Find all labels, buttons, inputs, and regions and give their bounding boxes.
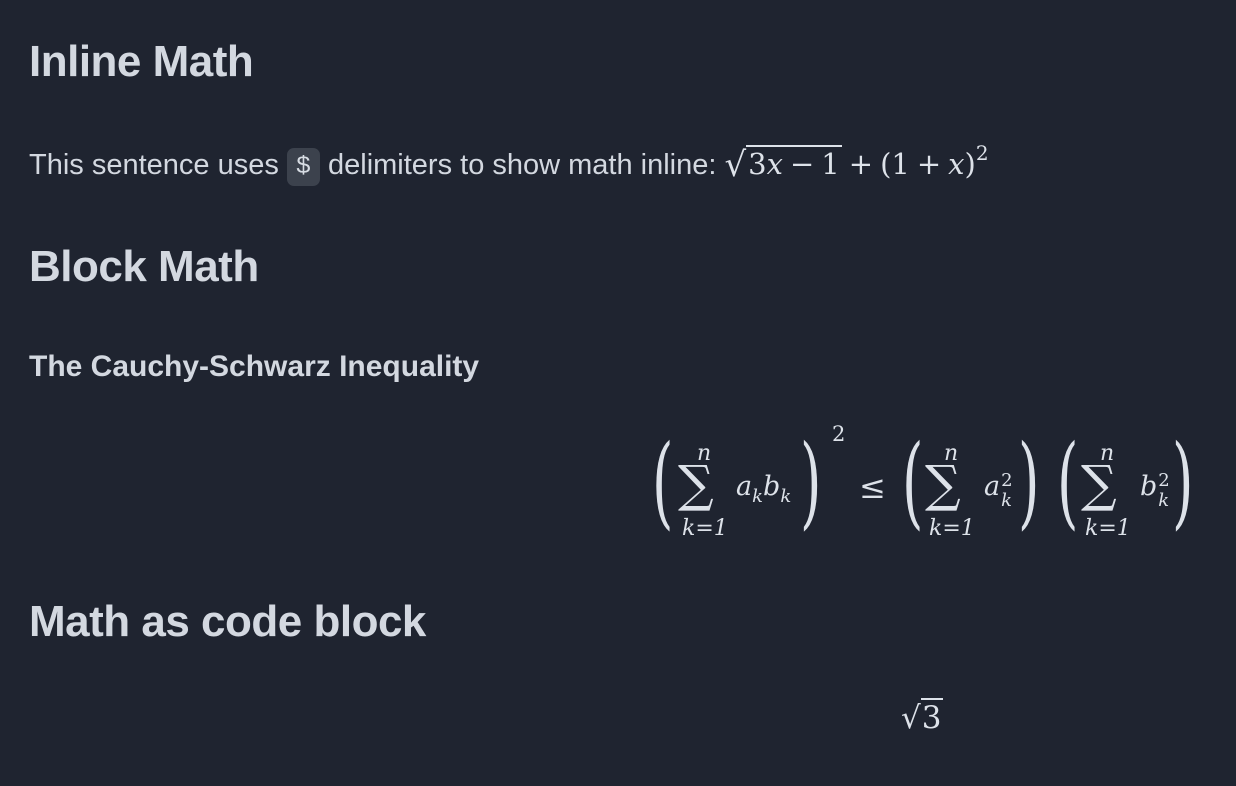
term-a-sub-k: k bbox=[1001, 490, 1013, 511]
paren-variable: x bbox=[948, 147, 965, 181]
inline-code-dollar: $ bbox=[286, 148, 320, 186]
code-block-math: √3 bbox=[901, 698, 943, 736]
term-b-sub: k bbox=[780, 486, 792, 507]
paren-one: 1 bbox=[891, 147, 910, 181]
term-a-sub: k bbox=[752, 486, 764, 507]
radicand-number: 3 bbox=[748, 147, 767, 181]
radicand-one: 1 bbox=[821, 147, 840, 181]
term-a-supsub: 2k bbox=[1000, 470, 1016, 511]
inline-sqrt: √3x −1 bbox=[725, 140, 842, 189]
sum1-term: akbk bbox=[736, 471, 791, 506]
radical-sign: √ bbox=[724, 145, 747, 185]
minus-operator: − bbox=[789, 147, 815, 181]
sentence-text-after: delimiters to show math inline: bbox=[319, 149, 725, 181]
sum1-sigma: ∑ bbox=[678, 455, 714, 513]
term-a: a bbox=[736, 471, 753, 502]
left-paren-2: ( bbox=[902, 423, 924, 540]
plus-operator: + bbox=[848, 147, 874, 181]
code-radicand: 3 bbox=[920, 698, 943, 736]
term-b-squared: b bbox=[1140, 471, 1158, 502]
open-paren: ( bbox=[880, 147, 892, 181]
sum2-sigma: ∑ bbox=[925, 455, 961, 513]
leq-operator: ≤ bbox=[859, 468, 886, 506]
sum3-term: b2k bbox=[1140, 470, 1173, 511]
term-b: b bbox=[763, 471, 781, 502]
sum2-term: a2k bbox=[984, 470, 1016, 511]
markdown-preview: Inline Math This sentence uses $ delimit… bbox=[0, 0, 1236, 786]
cauchy-schwarz-equation: ( n ∑ k=1 akbk ) 2 ≤ ( n ∑ k=1 a2k ) ( n… bbox=[652, 420, 1212, 555]
close-paren: ) bbox=[964, 147, 976, 181]
heading-math-code-block: Math as code block bbox=[29, 597, 426, 646]
left-paren-1: ( bbox=[652, 423, 674, 540]
inline-math-sentence: This sentence uses $ delimiters to show … bbox=[29, 140, 989, 189]
code-radical-sign: √ bbox=[901, 700, 921, 736]
radicand-variable: x bbox=[766, 147, 783, 181]
inline-radicand: 3x −1 bbox=[746, 145, 842, 181]
right-paren-2: ) bbox=[1018, 423, 1040, 540]
plus-operator-2: + bbox=[916, 147, 942, 181]
sum3-sigma: ∑ bbox=[1081, 455, 1117, 513]
sum2-lower: k=1 bbox=[929, 516, 975, 541]
term-a-squared: a bbox=[984, 471, 1001, 502]
sum3-lower: k=1 bbox=[1085, 516, 1131, 541]
right-paren-3: ) bbox=[1172, 423, 1194, 540]
term-b-supsub: 2k bbox=[1157, 470, 1173, 511]
inline-exponent: 2 bbox=[975, 141, 989, 165]
heading-block-math: Block Math bbox=[29, 242, 259, 291]
inline-math-expression: √3x −1 + (1 + x)2 bbox=[725, 143, 989, 185]
heading-inline-math: Inline Math bbox=[29, 37, 254, 86]
sentence-text-before: This sentence uses bbox=[29, 149, 287, 181]
left-paren-3: ( bbox=[1057, 423, 1079, 540]
term-b-sub-k: k bbox=[1158, 490, 1170, 511]
right-paren-1: ) bbox=[800, 423, 822, 540]
subheading-cauchy-schwarz: The Cauchy-Schwarz Inequality bbox=[29, 350, 480, 383]
outer-exponent: 2 bbox=[832, 422, 846, 446]
sum1-lower: k=1 bbox=[682, 516, 728, 541]
